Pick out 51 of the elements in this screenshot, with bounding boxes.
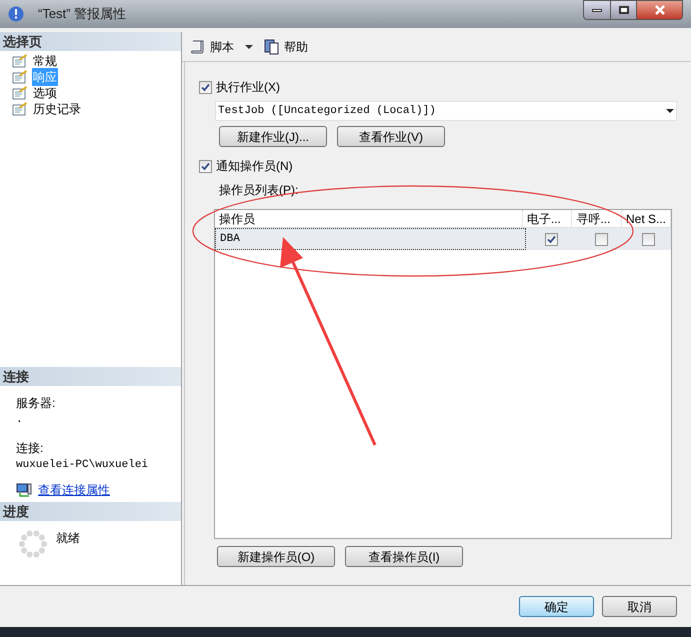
page-icon <box>12 70 28 84</box>
sidebar-item[interactable]: 历史记录 <box>32 100 82 118</box>
script-button[interactable]: 脚本 <box>210 38 234 56</box>
column-header[interactable]: 寻呼... <box>572 210 622 227</box>
column-header[interactable]: Net S... <box>622 210 672 227</box>
section-header: 选择页 <box>0 32 181 51</box>
server-label: 服务器: <box>16 395 56 412</box>
connection-properties-link[interactable]: 查看连接属性 <box>38 481 110 499</box>
button[interactable]: 查看操作员(I) <box>345 546 463 567</box>
operator-list-label: 操作员列表(P): <box>219 182 300 199</box>
checkbox[interactable] <box>544 232 558 246</box>
page-icon <box>12 86 28 100</box>
table-row[interactable]: DBA <box>215 228 671 250</box>
close-button[interactable] <box>637 0 683 20</box>
checkmark-icon <box>201 82 210 92</box>
help-button[interactable]: 帮助 <box>284 38 308 56</box>
checkbox-label: 通知操作员(N) <box>216 158 293 175</box>
checkmark-icon <box>546 234 556 244</box>
button[interactable]: 取消 <box>602 596 677 617</box>
connection-value: wuxuelei-PC\wuxuelei <box>16 458 150 472</box>
button[interactable]: 查看作业(V) <box>337 126 445 147</box>
checkbox[interactable] <box>199 160 212 172</box>
page-icon <box>12 54 28 68</box>
checkbox-label: 执行作业(X) <box>216 79 280 96</box>
close-icon <box>654 5 664 15</box>
checkbox[interactable] <box>594 232 608 246</box>
server-value: . <box>16 413 24 428</box>
sidebar-item[interactable]: 选项 <box>32 84 58 102</box>
button[interactable]: 确定 <box>519 596 594 617</box>
maximize-button[interactable] <box>611 0 637 20</box>
button[interactable]: 新建作业(J)... <box>219 126 327 147</box>
alert-icon <box>8 6 24 22</box>
checkbox[interactable] <box>642 232 655 246</box>
checkbox[interactable] <box>199 80 212 94</box>
spinner-icon <box>18 529 48 559</box>
connection-label: 连接: <box>16 440 44 456</box>
job-dropdown[interactable]: TestJob ([Uncategorized (Local)]) <box>215 101 677 121</box>
section-header: 进度 <box>0 502 181 521</box>
section-header: 连接 <box>0 367 181 386</box>
button[interactable]: 新建操作员(O) <box>217 546 335 567</box>
checkmark-icon <box>201 162 210 170</box>
help-icon <box>264 38 280 54</box>
sidebar-item[interactable]: 常规 <box>32 52 58 70</box>
progress-status: 就绪 <box>56 530 80 547</box>
minimize-button[interactable] <box>583 0 611 20</box>
computer-icon <box>16 482 32 498</box>
column-header[interactable]: 电子... <box>522 210 572 227</box>
column-header[interactable]: 操作员 <box>215 210 523 227</box>
window-title: “Test” 警报属性 <box>38 5 126 24</box>
page-icon <box>12 102 28 116</box>
caret-icon <box>666 108 674 114</box>
